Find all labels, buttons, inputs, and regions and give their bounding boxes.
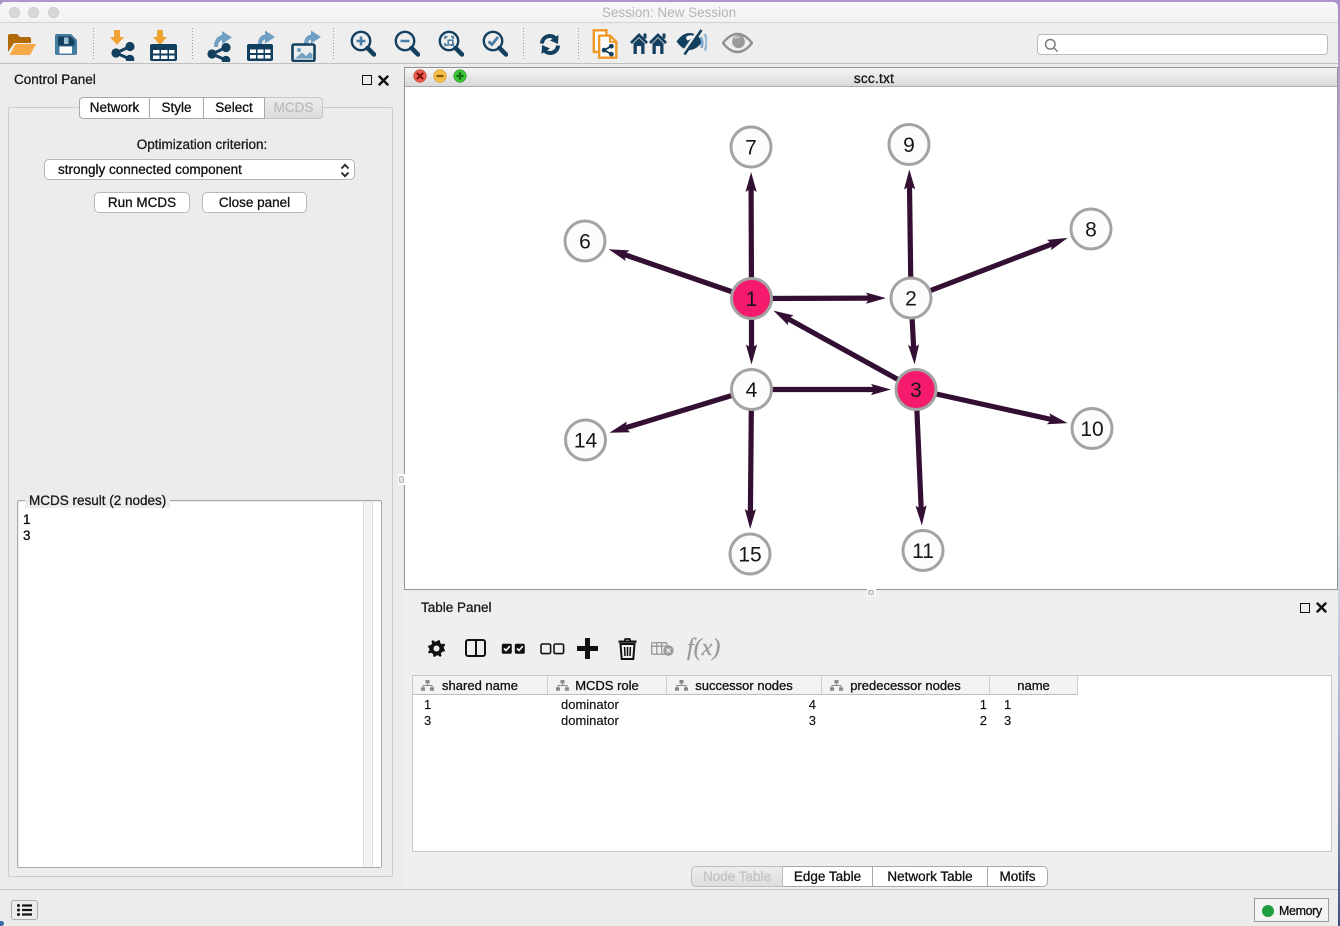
svg-text:11: 11	[912, 540, 934, 563]
svg-text:8: 8	[1085, 219, 1097, 242]
svg-text:6: 6	[579, 231, 591, 254]
svg-text:14: 14	[574, 430, 598, 453]
svg-text:9: 9	[903, 134, 915, 157]
svg-text:15: 15	[738, 544, 761, 567]
svg-text:2: 2	[905, 288, 917, 311]
svg-text:1: 1	[746, 288, 758, 311]
svg-text:3: 3	[910, 379, 922, 402]
svg-text:10: 10	[1080, 418, 1103, 441]
svg-text:4: 4	[746, 379, 758, 402]
svg-text:7: 7	[745, 137, 757, 160]
